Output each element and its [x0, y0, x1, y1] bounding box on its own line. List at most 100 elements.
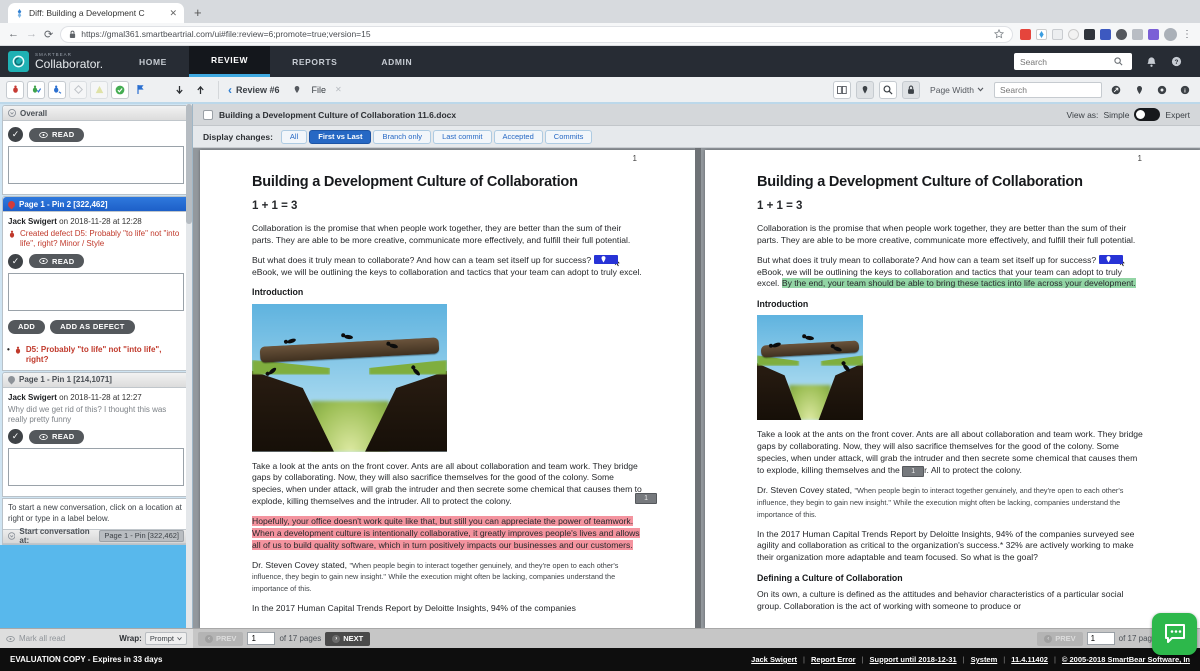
user-pin-icon[interactable]: [1130, 81, 1148, 99]
option-all[interactable]: All: [280, 129, 308, 144]
document-search-input[interactable]: [994, 81, 1102, 98]
report-error-link[interactable]: Report Error: [811, 655, 856, 664]
nav-item-home[interactable]: HOME: [117, 46, 189, 77]
info-icon[interactable]: i: [1176, 81, 1194, 99]
page-width-select[interactable]: Page Width: [925, 83, 989, 97]
back-to-review-link[interactable]: ‹ Review #6: [228, 83, 280, 97]
read-button[interactable]: READ: [29, 254, 85, 269]
author-name[interactable]: Jack Swigert: [8, 217, 57, 226]
pin2-comment-textarea[interactable]: [8, 272, 184, 311]
pushpin-icon[interactable]: [293, 85, 301, 94]
extension-icon[interactable]: [1068, 28, 1079, 40]
blue-bug-icon[interactable]: [48, 80, 66, 99]
defect-list-item[interactable]: • D5: Probably "to life" not "into life"…: [3, 343, 189, 370]
pin-1-marker[interactable]: 1: [635, 493, 657, 504]
file-menu[interactable]: File: [312, 85, 327, 95]
add-button[interactable]: ADD: [8, 319, 46, 334]
settings-icon[interactable]: [1153, 81, 1171, 99]
accept-bug-icon[interactable]: [27, 80, 45, 99]
thread-pin2-header[interactable]: Page 1 - Pin 2 [322,462]: [3, 197, 189, 212]
zoom-icon[interactable]: [879, 80, 898, 99]
extension-icon[interactable]: [1052, 28, 1063, 40]
overall-comment-textarea[interactable]: [8, 146, 184, 184]
layout-columns-icon[interactable]: [833, 80, 852, 99]
mark-read-check-icon[interactable]: ✓: [8, 253, 23, 269]
sidebar-scrollbar[interactable]: [186, 104, 192, 628]
close-file-icon[interactable]: ✕: [335, 85, 342, 94]
add-as-defect-button[interactable]: ADD AS DEFECT: [50, 319, 135, 334]
option-accepted[interactable]: Accepted: [493, 129, 543, 144]
warning-triangle-icon[interactable]: [90, 80, 108, 99]
wrap-select[interactable]: Prompt: [144, 632, 187, 645]
extension-icon[interactable]: [1020, 28, 1031, 40]
extension-icon[interactable]: [1132, 28, 1143, 40]
option-last-commit[interactable]: Last commit: [433, 129, 492, 144]
start-conversation-bar[interactable]: Start conversation at: Page 1 - Pin [322…: [3, 527, 189, 545]
approve-check-icon[interactable]: [111, 80, 129, 99]
read-button[interactable]: READ: [29, 127, 85, 142]
address-bar[interactable]: https://gmal361.smartbeartrial.com/ui#fi…: [60, 25, 1013, 43]
pin-tool-icon[interactable]: [856, 80, 875, 99]
copyright-link[interactable]: © 2005-2018 SmartBear Software, In: [1062, 655, 1190, 664]
pin1-comment-textarea[interactable]: [8, 448, 184, 487]
mark-read-check-icon[interactable]: ✓: [8, 127, 23, 142]
bookmark-star-icon[interactable]: [994, 29, 1004, 39]
global-search[interactable]: [1014, 53, 1132, 70]
support-link[interactable]: Support until 2018-12-31: [870, 655, 957, 664]
prev-page-button[interactable]: ‹ PREV: [198, 631, 244, 646]
after-page[interactable]: 1 Building a Development Culture of Coll…: [705, 150, 1200, 628]
nav-item-review[interactable]: REVIEW: [188, 46, 271, 77]
browser-menu-icon[interactable]: ⋮: [1182, 29, 1192, 40]
help-icon[interactable]: ?: [1171, 56, 1182, 67]
flag-icon[interactable]: [132, 81, 150, 99]
defect-red-bug-icon[interactable]: [6, 80, 24, 99]
user-link[interactable]: Jack Swigert: [751, 655, 797, 664]
extension-icon[interactable]: [1036, 28, 1047, 40]
before-page[interactable]: 1 Building a Development Culture of Coll…: [200, 150, 695, 628]
system-link[interactable]: System: [971, 655, 998, 664]
pin-1-marker[interactable]: 1: [902, 466, 925, 477]
read-button[interactable]: READ: [29, 429, 85, 444]
external-link-icon[interactable]: [1107, 81, 1125, 99]
view-mode-toggle[interactable]: [1134, 108, 1161, 121]
page-input[interactable]: [247, 632, 276, 645]
reload-icon[interactable]: ⟳: [44, 28, 53, 41]
chat-button[interactable]: [1152, 613, 1197, 655]
author-name[interactable]: Jack Swigert: [8, 393, 57, 402]
next-change-down-icon[interactable]: [170, 81, 188, 99]
collaborator-logo[interactable]: SMARTBEAR Collaborator.: [0, 46, 117, 77]
document-checkbox[interactable]: [203, 109, 213, 120]
page-input[interactable]: [1086, 632, 1115, 645]
prev-change-up-icon[interactable]: [191, 81, 209, 99]
option-commits[interactable]: Commits: [544, 129, 593, 144]
extension-icon[interactable]: [1100, 28, 1111, 40]
diamond-icon[interactable]: [69, 80, 87, 99]
tab-close-icon[interactable]: ✕: [169, 8, 177, 19]
extension-icon[interactable]: [1116, 28, 1127, 40]
start-location-chip[interactable]: Page 1 - Pin [322,462]: [99, 530, 184, 543]
pin-2-marker[interactable]: [593, 254, 618, 264]
forward-icon[interactable]: →: [26, 28, 37, 40]
lock-scroll-icon[interactable]: [902, 80, 921, 99]
nav-item-admin[interactable]: ADMIN: [359, 46, 434, 77]
extension-icon[interactable]: [1084, 28, 1095, 40]
notifications-bell-icon[interactable]: [1146, 56, 1157, 68]
extension-icon[interactable]: [1148, 28, 1159, 40]
mark-read-check-icon[interactable]: ✓: [8, 429, 23, 445]
option-first-vs-last[interactable]: First vs Last: [309, 129, 372, 144]
mark-all-read-button[interactable]: Mark all read: [6, 634, 65, 643]
prev-page-button[interactable]: ‹ PREV: [1037, 631, 1083, 646]
browser-tab[interactable]: Diff: Building a Development C ✕: [8, 3, 184, 23]
nav-item-reports[interactable]: REPORTS: [270, 46, 359, 77]
thread-pin1-header[interactable]: Page 1 - Pin 1 [214,1071]: [3, 372, 189, 388]
overall-header[interactable]: Overall: [3, 106, 189, 121]
global-search-input[interactable]: [1020, 56, 1110, 67]
view-as-simple-label[interactable]: Simple: [1103, 110, 1129, 120]
back-icon[interactable]: ←: [8, 28, 19, 40]
browser-profile-avatar[interactable]: [1164, 27, 1177, 41]
new-tab-button[interactable]: +: [194, 5, 202, 20]
next-page-button[interactable]: › NEXT: [325, 631, 371, 646]
option-branch-only[interactable]: Branch only: [373, 129, 432, 144]
pin-2-marker[interactable]: [1098, 254, 1123, 264]
view-as-expert-label[interactable]: Expert: [1165, 110, 1190, 120]
